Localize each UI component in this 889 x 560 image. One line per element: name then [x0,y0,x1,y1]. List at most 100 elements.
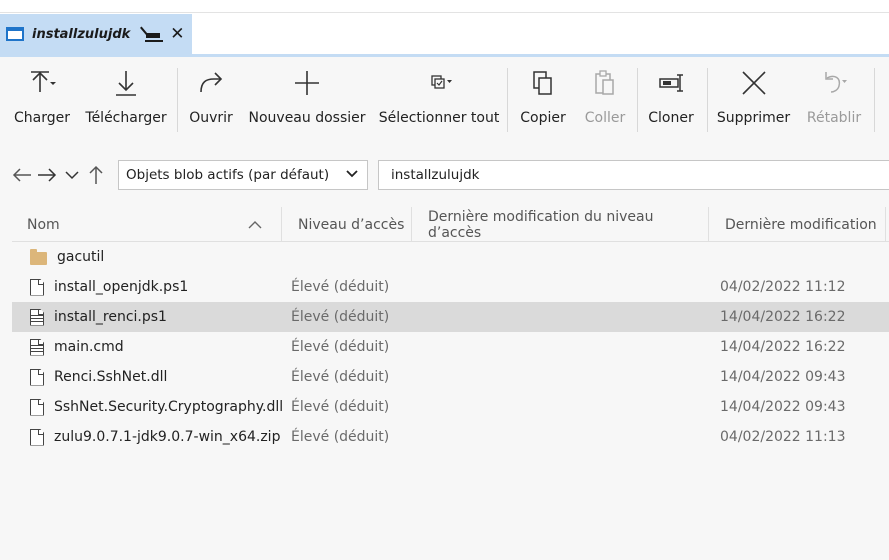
list-item[interactable]: SshNet.Security.Cryptography.dll Élevé (d… [12,392,889,422]
item-name-cell: main.cmd [30,332,124,362]
item-name-cell: zulu9.0.7.1-jdk9.0.7-win_x64.zip [30,422,280,452]
copy-icon [523,58,563,108]
folder-icon [30,248,47,265]
new-folder-button[interactable]: Nouveau dossier [248,58,366,140]
paste-icon [585,58,625,108]
download-label: Télécharger [85,110,167,126]
up-button[interactable] [85,164,107,186]
list-item[interactable]: install_renci.ps1 Élevé (déduit) 14/04/202… [12,302,889,332]
clone-button[interactable]: Cloner [646,58,696,140]
chevron-down-icon [65,171,79,180]
delete-x-icon [734,58,774,108]
copy-button[interactable]: Copier [518,58,568,140]
blob-view-select[interactable]: Objets blob actifs (par défaut) [118,160,368,190]
list-item[interactable]: install_openjdk.ps1 Élevé (déduit) 04/02/2… [12,272,889,302]
toolbar-separator [707,68,708,132]
column-access-modified-label: Dernière modification du niveau d’accès [428,208,654,241]
item-name: SshNet.Security.Cryptography.dll [54,399,284,415]
open-button[interactable]: Ouvrir [186,58,236,140]
item-last-modified: 14/04/2022 16:22 [720,339,846,355]
upload-icon [22,58,62,108]
item-name: main.cmd [54,339,124,355]
history-dropdown-button[interactable] [61,164,83,186]
item-name-cell: gacutil [30,242,104,272]
toolbar-separator [507,68,508,132]
new-folder-label: Nouveau dossier [248,110,366,126]
sort-ascending-icon [248,221,262,229]
list-item[interactable]: zulu9.0.7.1-jdk9.0.7-win_x64.zip Élevé (d… [12,422,889,452]
select-all-button[interactable]: Sélectionner tout [378,58,500,140]
window-icon [6,27,24,41]
open-arrow-icon [191,58,231,108]
select-all-icon [419,58,459,108]
item-last-modified: 14/04/2022 09:43 [720,399,846,415]
column-name-label: Nom [27,216,60,233]
toolbar-separator [637,68,638,132]
item-access-level: Élevé (déduit) [291,429,390,445]
path-input[interactable]: installzulujdk [378,160,889,190]
list-rows: gacutil install_openjdk.ps1 Élevé (déduit)… [12,242,889,452]
up-arrow-icon [89,165,103,184]
blob-view-value: Objets blob actifs (par défaut) [126,167,330,183]
column-header-access-modified[interactable]: Dernière modification du niveau d’accès [412,207,709,242]
tab-installzulujdk[interactable]: installzulujdk ✕ [0,14,192,54]
item-access-level: Élevé (déduit) [291,399,390,415]
tab-strip: installzulujdk ✕ [0,0,889,57]
close-tab-icon[interactable]: ✕ [170,25,184,43]
download-icon [106,58,146,108]
toolbar: Charger Télécharger Ouvrir Nouveau dossi… [0,58,889,140]
forward-button[interactable] [36,164,58,186]
column-header-last-modified[interactable]: Dernière modification [709,207,886,242]
path-value: installzulujdk [391,167,480,183]
text-file-icon [30,308,44,326]
text-file-icon [30,338,44,356]
chevron-down-icon [346,170,358,178]
navigation-bar: Objets blob actifs (par défaut) installz… [0,158,889,192]
item-last-modified: 14/04/2022 09:43 [720,369,846,385]
item-name-cell: install_renci.ps1 [30,302,167,332]
item-access-level: Élevé (déduit) [291,309,390,325]
select-all-label: Sélectionner tout [378,110,500,126]
item-name: install_renci.ps1 [54,309,167,325]
item-name-cell: install_openjdk.ps1 [30,272,188,302]
upload-label: Charger [14,110,70,126]
restore-label: Rétablir [806,110,862,126]
column-header-name[interactable]: Nom [12,207,282,242]
item-access-level: Élevé (déduit) [291,279,390,295]
item-last-modified: 14/04/2022 16:22 [720,309,846,325]
copy-label: Copier [520,110,566,126]
forward-arrow-icon [38,168,57,182]
paste-label: Coller [584,110,626,126]
list-item[interactable]: Renci.SshNet.dll Élevé (déduit) 14/04/2022… [12,362,889,392]
plus-icon [287,58,327,108]
back-button[interactable] [11,164,33,186]
file-icon [30,368,44,386]
column-last-modified-label: Dernière modification [725,216,877,233]
back-arrow-icon [12,168,31,182]
item-name: zulu9.0.7.1-jdk9.0.7-win_x64.zip [54,429,281,445]
item-name: Renci.SshNet.dll [54,369,168,385]
file-icon [30,398,44,416]
undo-icon [814,58,854,108]
paste-button[interactable]: Coller [580,58,630,140]
file-icon [30,278,44,296]
open-label: Ouvrir [189,110,233,126]
tab-underline [0,54,889,57]
item-access-level: Élevé (déduit) [291,369,390,385]
upload-button[interactable]: Charger [12,58,72,140]
list-header: Nom Niveau d’accès Dernière modification… [12,207,889,242]
item-name: gacutil [57,249,105,265]
tab-title: installzulujdk [32,26,131,42]
pin-icon[interactable] [140,25,164,43]
file-list: Nom Niveau d’accès Dernière modification… [12,207,889,560]
download-button[interactable]: Télécharger [85,58,167,140]
column-header-access-level[interactable]: Niveau d’accès [282,207,412,242]
list-item[interactable]: gacutil [12,242,889,272]
toolbar-separator [874,68,875,132]
list-item[interactable]: main.cmd Élevé (déduit) 14/04/2022 16:22 [12,332,889,362]
item-name-cell: Renci.SshNet.dll [30,362,167,392]
clone-label: Cloner [648,110,694,126]
item-last-modified: 04/02/2022 11:12 [720,279,846,295]
restore-button[interactable]: Rétablir [804,58,864,140]
delete-button[interactable]: Supprimer [716,58,791,140]
